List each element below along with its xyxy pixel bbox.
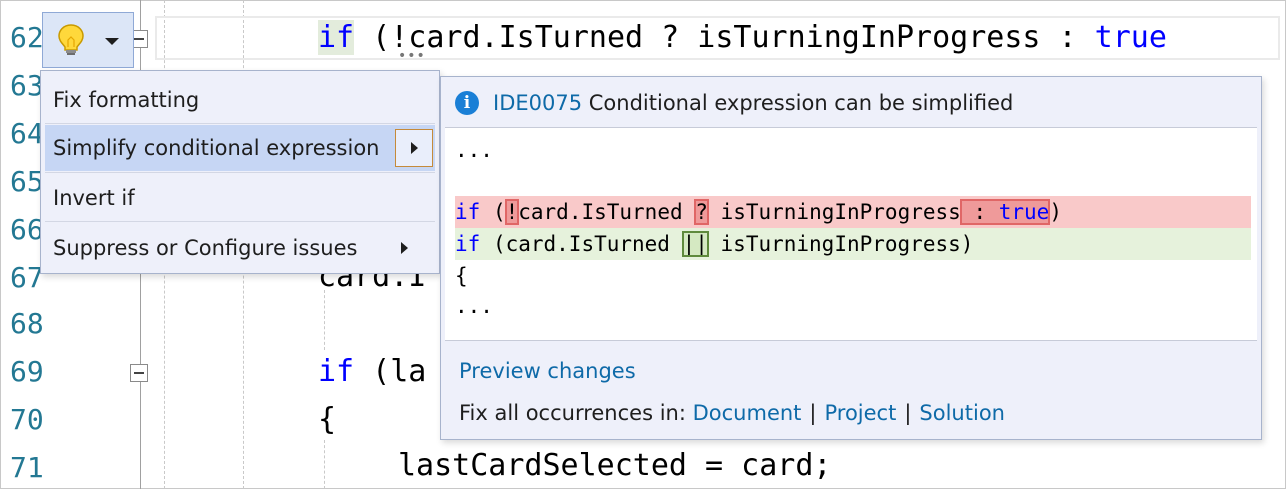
line-number: 70 [10, 403, 44, 436]
code-line-71[interactable]: lastCardSelected = card; [398, 449, 831, 483]
menu-item-label: Simplify conditional expression [53, 136, 380, 160]
code-text: (!card.IsTurned ? isTurningInProgress : [354, 20, 1095, 55]
quick-actions-menu: Fix formatting Simplify conditional expr… [40, 70, 440, 274]
menu-separator [45, 172, 435, 173]
scope-separator: | [809, 401, 817, 425]
code-text: card.IsTurned [518, 200, 696, 224]
diff-preview: ... if (!card.IsTurned ? isTurningInProg… [445, 127, 1257, 341]
keyword: if [318, 354, 355, 389]
fix-all-occurrences: Fix all occurrences in: Document | Project… [459, 401, 1005, 425]
fix-all-label: Fix all occurrences in: [459, 401, 686, 425]
added-token: || [681, 231, 709, 257]
scope-document-link[interactable]: Document [693, 401, 802, 425]
code-text: (card.IsTurned [480, 232, 683, 256]
submenu-button[interactable] [395, 129, 433, 167]
indent-guide [324, 440, 325, 489]
code-text: : [960, 200, 999, 224]
menu-separator [45, 123, 435, 124]
menu-item-simplify-conditional[interactable]: Simplify conditional expression [45, 125, 435, 171]
chevron-right-icon [401, 242, 408, 254]
collapse-toggle[interactable] [130, 364, 148, 382]
diff-ellipsis: ... [455, 138, 493, 162]
code-line-62[interactable]: if (!card.IsTurned ? isTurningInProgress… [318, 20, 1167, 55]
code-line-69[interactable]: if (la [318, 355, 426, 389]
keyword: true [1094, 20, 1167, 55]
lightbulb-icon [57, 23, 85, 61]
removed-token: : true [959, 199, 1051, 225]
diagnostic-id-link[interactable]: IDE0075 [493, 91, 582, 115]
keyword: true [998, 200, 1050, 224]
scope-separator: | [904, 401, 912, 425]
code-text: (la [354, 354, 427, 389]
info-icon: i [455, 91, 479, 115]
chevron-down-icon[interactable] [105, 38, 119, 45]
suggestion-ellipsis[interactable]: ••• [398, 48, 426, 64]
diff-ellipsis: ... [455, 294, 493, 318]
diff-removed-line: if (!card.IsTurned ? isTurningInProgress… [455, 196, 1251, 228]
code-text: ) [1049, 200, 1062, 224]
diagnostic-message: Conditional expression can be simplified [588, 91, 1014, 115]
diff-added-line: if (card.IsTurned || isTurningInProgress… [455, 228, 1251, 260]
menu-separator [45, 221, 435, 222]
indent-guide [324, 290, 325, 350]
line-number: 69 [10, 355, 44, 388]
keyword: if [455, 232, 481, 256]
quick-actions-button[interactable] [42, 12, 134, 68]
code-line-70[interactable]: { [318, 403, 336, 437]
diagnostic-title: i IDE0075 Conditional expression can be s… [455, 91, 1013, 115]
line-number: 68 [10, 307, 44, 340]
menu-item-suppress-configure[interactable]: Suppress or Configure issues [45, 225, 435, 271]
chevron-right-icon [411, 142, 418, 154]
scope-solution-link[interactable]: Solution [919, 401, 1005, 425]
preview-changes-link[interactable]: Preview changes [459, 359, 636, 383]
menu-item-fix-formatting[interactable]: Fix formatting [45, 77, 435, 123]
code-text: isTurningInProgress) [707, 232, 974, 256]
removed-token: ? [694, 199, 709, 225]
removed-token: ! [504, 199, 520, 225]
code-text: isTurningInProgress [707, 200, 961, 224]
keyword: if [318, 20, 355, 55]
menu-item-label: Suppress or Configure issues [53, 236, 358, 260]
line-number: 71 [10, 451, 44, 484]
diff-brace: { [455, 264, 468, 288]
scope-project-link[interactable]: Project [824, 401, 896, 425]
keyword: if [455, 200, 481, 224]
menu-item-invert-if[interactable]: Invert if [45, 175, 435, 221]
code-text: ( [480, 200, 506, 224]
fix-preview-panel: i IDE0075 Conditional expression can be s… [440, 76, 1262, 440]
